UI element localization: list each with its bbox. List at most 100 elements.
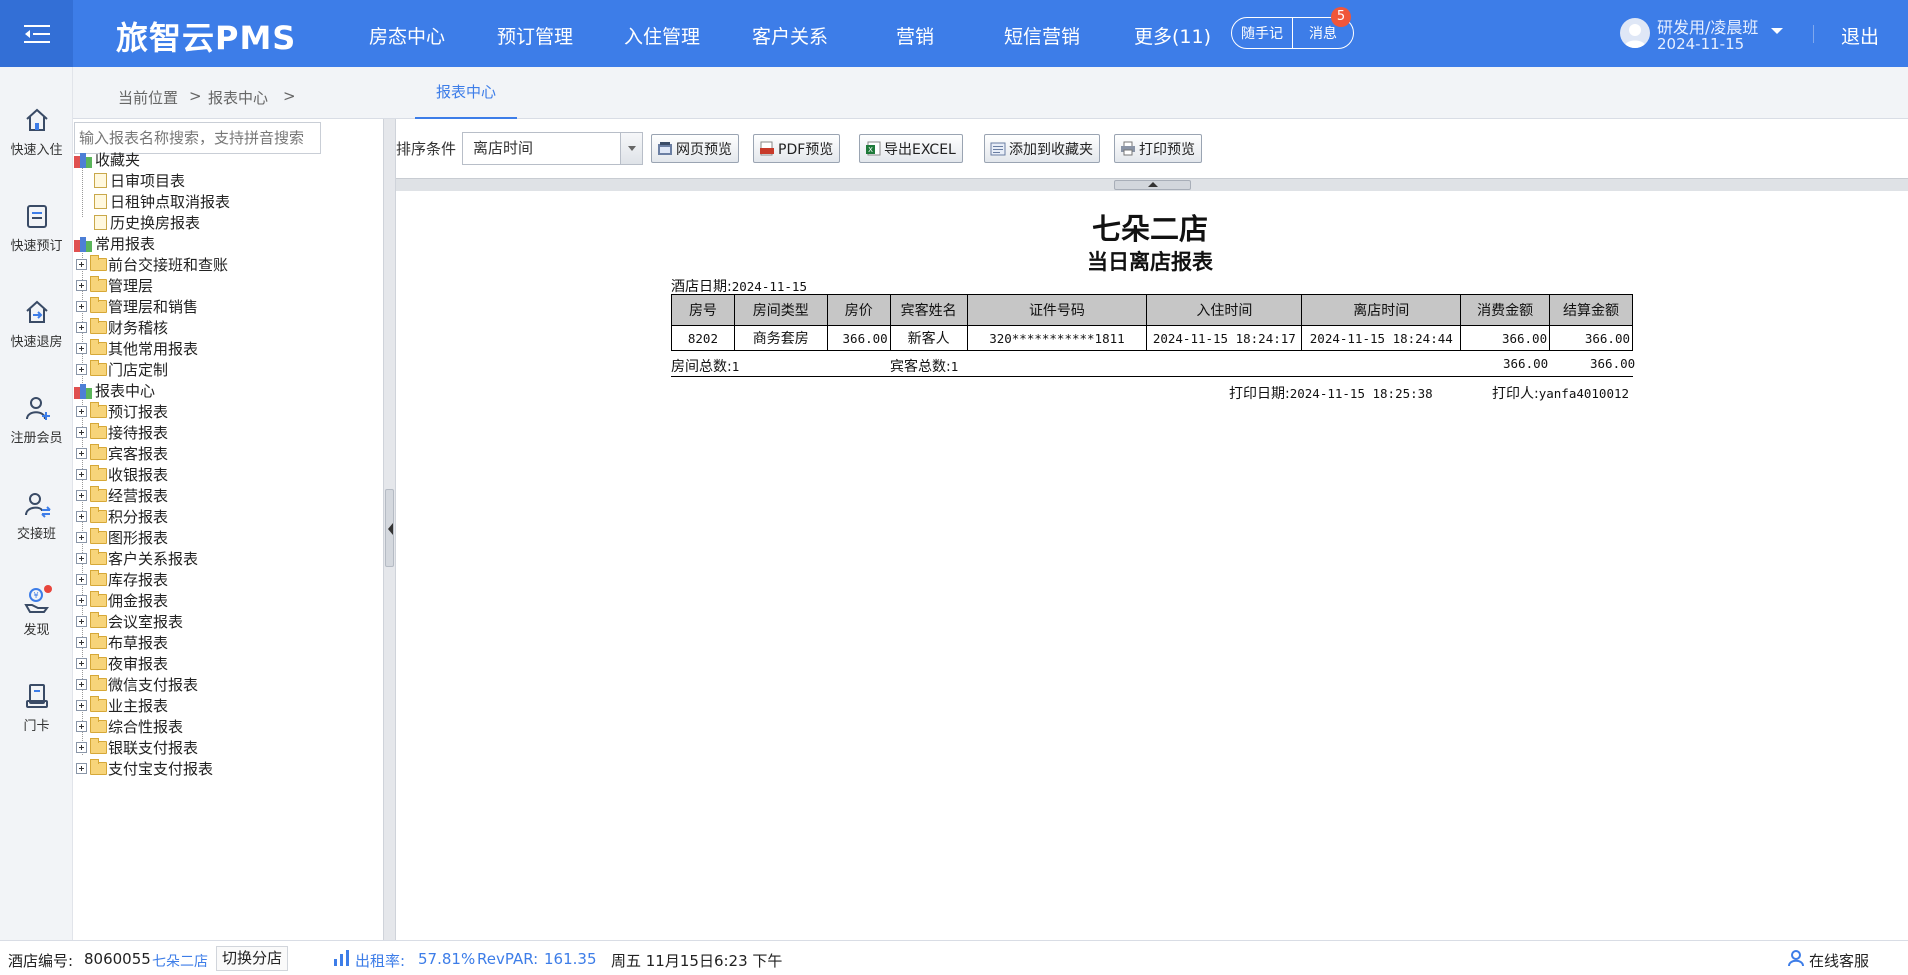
panel-splitter[interactable] [383, 119, 396, 940]
tree-item-report[interactable]: 宾客报表 [76, 443, 168, 464]
tree-item-report[interactable]: 综合性报表 [76, 716, 183, 737]
nav-checkin[interactable]: 入住管理 [624, 22, 700, 49]
expand-icon[interactable] [76, 532, 87, 543]
table-header-row: 房号 房间类型 房价 宾客姓名 证件号码 入住时间 离店时间 消费金额 结算金额 [671, 294, 1633, 326]
expand-icon[interactable] [76, 406, 87, 417]
door-card-button[interactable]: 门卡 [0, 681, 73, 734]
tree-item-report[interactable]: 接待报表 [76, 422, 168, 443]
discover-button[interactable]: ¥ 发现 [0, 585, 73, 638]
online-support-link[interactable]: 在线客服 [1809, 950, 1869, 971]
tree-item-report[interactable]: 布草报表 [76, 632, 168, 653]
print-preview-button[interactable]: 打印预览 [1114, 134, 1202, 163]
tree-item-common[interactable]: 前台交接班和查账 [76, 254, 228, 275]
add-favorite-button[interactable]: 添加到收藏夹 [984, 134, 1100, 163]
expand-icon[interactable] [76, 574, 87, 585]
tree-item-report[interactable]: 预订报表 [76, 401, 168, 422]
tree-group-common[interactable]: 常用报表 [74, 233, 155, 254]
expand-icon[interactable] [76, 553, 87, 564]
logout-button[interactable]: 退出 [1841, 22, 1879, 49]
table-cell: 新客人 [889, 325, 968, 351]
breadcrumb-section[interactable]: 报表中心 [208, 87, 268, 108]
tree-group-report-center[interactable]: 报表中心 [74, 380, 155, 401]
tree-item-report[interactable]: 收银报表 [76, 464, 168, 485]
tree-group-favorites[interactable]: 收藏夹 [74, 149, 140, 170]
customer-service-icon[interactable] [1787, 949, 1805, 967]
nav-more[interactable]: 更多(11) [1134, 22, 1211, 49]
expand-icon[interactable] [76, 721, 87, 732]
expand-icon[interactable] [76, 511, 87, 522]
web-preview-button[interactable]: 网页预览 [651, 134, 739, 163]
expand-icon[interactable] [76, 763, 87, 774]
expand-icon[interactable] [76, 616, 87, 627]
shift-handover-button[interactable]: 交接班 [0, 489, 73, 542]
tree-item-report[interactable]: 夜审报表 [76, 653, 168, 674]
expand-icon[interactable] [76, 259, 87, 270]
expand-icon[interactable] [76, 490, 87, 501]
tree-item-common[interactable]: 财务稽核 [76, 317, 168, 338]
expand-icon[interactable] [76, 637, 87, 648]
expand-icon[interactable] [76, 448, 87, 459]
expand-icon[interactable] [76, 322, 87, 333]
quick-booking-button[interactable]: 快速预订 [0, 201, 73, 254]
column-header: 结算金额 [1549, 294, 1633, 326]
expand-icon[interactable] [76, 427, 87, 438]
expand-icon[interactable] [76, 700, 87, 711]
nav-sms[interactable]: 短信营销 [1004, 22, 1080, 49]
tree-item-report[interactable]: 会议室报表 [76, 611, 183, 632]
tree-item-common[interactable]: 管理层 [76, 275, 153, 296]
tree-item-report[interactable]: 库存报表 [76, 569, 168, 590]
expand-icon[interactable] [76, 343, 87, 354]
tree-item-common[interactable]: 门店定制 [76, 359, 168, 380]
expand-icon[interactable] [76, 742, 87, 753]
nav-marketing[interactable]: 营销 [896, 22, 934, 49]
tree-item-report[interactable]: 图形报表 [76, 527, 168, 548]
sort-select[interactable]: 离店时间 [462, 132, 643, 165]
expand-icon[interactable] [76, 469, 87, 480]
printer-value: yanfa4010012 [1538, 386, 1630, 401]
nav-reservation[interactable]: 预订管理 [497, 22, 573, 49]
nav-room-status[interactable]: 房态中心 [369, 22, 445, 49]
quick-checkin-button[interactable]: 快速入住 [0, 105, 73, 158]
excel-icon: X [866, 141, 881, 156]
door-card-label: 门卡 [23, 719, 50, 734]
menu-toggle-button[interactable] [0, 0, 73, 67]
web-preview-icon [658, 142, 672, 155]
expand-icon[interactable] [76, 301, 87, 312]
expand-icon[interactable] [76, 658, 87, 669]
tree-item-report[interactable]: 微信支付报表 [76, 674, 198, 695]
tree-item-report[interactable]: 积分报表 [76, 506, 168, 527]
switch-hotel-button[interactable]: 切换分店 [216, 946, 289, 971]
quick-checkout-button[interactable]: 快速退房 [0, 297, 73, 350]
note-button[interactable]: 随手记 [1232, 23, 1292, 43]
tree-item-common[interactable]: 管理层和销售 [76, 296, 198, 317]
tree-item-report[interactable]: 业主报表 [76, 695, 168, 716]
tree-item-common[interactable]: 其他常用报表 [76, 338, 198, 359]
tree-node-label: 夜审报表 [108, 655, 169, 673]
export-excel-button[interactable]: X 导出EXCEL [859, 134, 963, 163]
tree-item-report[interactable]: 客户关系报表 [76, 548, 198, 569]
expand-icon[interactable] [76, 364, 87, 375]
tree-item-favorite[interactable]: 日审项目表 [94, 170, 185, 191]
register-member-button[interactable]: 注册会员 [0, 393, 73, 446]
splitter-handle[interactable] [385, 489, 394, 567]
collapse-up-icon[interactable] [1114, 180, 1191, 190]
tab-report-center[interactable]: 报表中心 [415, 79, 517, 119]
tree-node-label: 图形报表 [108, 529, 169, 547]
tree-item-report[interactable]: 支付宝支付报表 [76, 758, 213, 779]
tree-item-favorite[interactable]: 历史换房报表 [94, 212, 200, 233]
nav-crm[interactable]: 客户关系 [752, 22, 828, 49]
collapse-left-icon [388, 523, 393, 535]
expand-icon[interactable] [76, 679, 87, 690]
dropdown-arrow-icon[interactable] [620, 133, 642, 164]
tree-item-report[interactable]: 佣金报表 [76, 590, 168, 611]
expand-icon[interactable] [76, 280, 87, 291]
avatar[interactable] [1620, 18, 1650, 48]
status-bar: 酒店编号: 8060055 七朵二店 切换分店 出租率: 57.81% RevP… [0, 940, 1908, 975]
caret-down-icon[interactable] [1770, 26, 1784, 36]
tree-item-report[interactable]: 银联支付报表 [76, 737, 198, 758]
tree-item-favorite[interactable]: 日租钟点取消报表 [94, 191, 230, 212]
expand-icon[interactable] [76, 595, 87, 606]
tree-item-report[interactable]: 经营报表 [76, 485, 168, 506]
svg-text:X: X [868, 146, 873, 154]
pdf-preview-button[interactable]: PDF预览 [753, 134, 841, 163]
